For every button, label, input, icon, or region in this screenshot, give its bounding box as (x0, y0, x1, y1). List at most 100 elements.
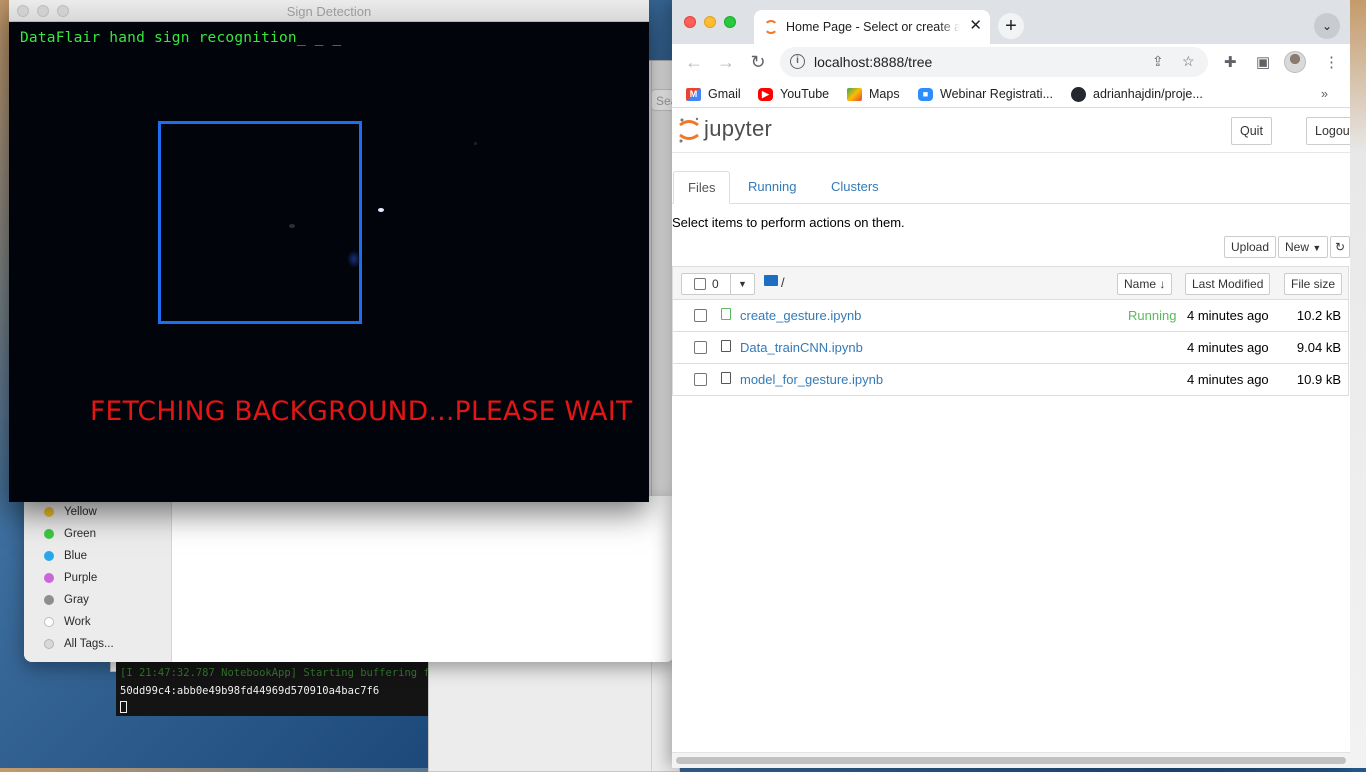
sort-last-modified-button[interactable]: Last Modified (1185, 273, 1271, 295)
bookmark-gmail[interactable]: M Gmail (686, 85, 741, 103)
horizontal-scrollbar[interactable] (672, 752, 1350, 768)
gmail-icon: M (686, 87, 701, 101)
maximize-icon[interactable] (724, 16, 736, 28)
tag-label: Work (64, 616, 91, 628)
camera-feed: DataFlair hand sign recognition_ _ _ FET… (9, 22, 649, 502)
tag-item-green[interactable]: Green (44, 526, 96, 542)
share-icon[interactable]: ⇪ (1152, 53, 1164, 70)
file-row[interactable]: create_gesture.ipynb Running 4 minutes a… (672, 300, 1349, 332)
tag-item-all-tags[interactable]: All Tags... (44, 636, 114, 652)
close-icon[interactable] (684, 16, 696, 28)
new-dropdown-button[interactable]: New ▼ (1278, 236, 1329, 258)
minimize-icon[interactable] (704, 16, 716, 28)
jupyter-page: jupyter Quit Logout Files Running Cluste… (672, 108, 1350, 768)
window-title: Sign Detection (286, 4, 372, 19)
browser-toolbar: ← → ↻ i localhost:8888/tree ⇪ ☆ ✚ ▣ ⋮ (672, 44, 1350, 80)
tag-item-work[interactable]: Work (44, 614, 91, 630)
jupyter-logo-icon[interactable] (678, 116, 700, 144)
background-window-edge (1350, 0, 1366, 768)
logout-button[interactable]: Logout (1306, 117, 1350, 145)
address-bar[interactable]: i localhost:8888/tree ⇪ ☆ (780, 47, 1208, 77)
tag-label: Yellow (64, 506, 97, 518)
terminal-cursor (120, 701, 127, 713)
more-menu-icon[interactable]: ⋮ (1324, 53, 1339, 71)
bookmark-github[interactable]: adrianhajdin/proje... (1071, 85, 1203, 103)
extensions-puzzle-icon[interactable]: ✚ (1224, 53, 1237, 71)
tag-label: All Tags... (64, 638, 114, 650)
tab-close-icon[interactable]: ✕ (969, 18, 982, 34)
row-checkbox[interactable] (694, 373, 707, 386)
jupyter-favicon-icon (764, 20, 778, 34)
finder-sidebar: Yellow Green Blue Purple Gray Work All T… (24, 496, 172, 662)
tag-item-yellow[interactable]: Yellow (44, 504, 97, 520)
terminal-line: [I 21:47:32.787 NotebookApp] Starting bu… (120, 667, 428, 679)
tag-color-dot (44, 529, 54, 539)
file-row[interactable]: model_for_gesture.ipynb 4 minutes ago 10… (672, 364, 1349, 396)
tag-label: Purple (64, 572, 98, 584)
bookmark-label: adrianhajdin/proje... (1093, 87, 1203, 101)
camera-header-text: DataFlair hand sign recognition_ _ _ (20, 30, 342, 46)
tab-files[interactable]: Files (673, 171, 731, 204)
forward-arrow-icon[interactable]: → (714, 50, 738, 74)
reload-icon[interactable]: ↻ (746, 50, 770, 74)
jupyter-logo-text[interactable]: jupyter (704, 116, 772, 142)
row-checkbox[interactable] (694, 309, 707, 322)
profile-avatar[interactable] (1284, 51, 1306, 73)
breadcrumb[interactable]: / (781, 275, 785, 290)
noise-speck (347, 250, 361, 268)
file-size: 10.2 kB (1296, 308, 1341, 323)
file-name-link[interactable]: create_gesture.ipynb (740, 308, 861, 323)
new-tab-button[interactable]: + (998, 13, 1024, 39)
bookmark-maps[interactable]: Maps (847, 85, 900, 103)
file-modified: 4 minutes ago (1187, 372, 1269, 387)
browser-tab-active[interactable]: Home Page - Select or create a notebook … (754, 10, 990, 44)
sign-detection-window: Sign Detection DataFlair hand sign recog… (9, 0, 649, 502)
tag-label: Green (64, 528, 96, 540)
select-all-checkbox[interactable] (694, 278, 706, 290)
tag-color-dot (44, 507, 54, 517)
sort-file-size-button[interactable]: File size (1284, 273, 1343, 295)
tab-search-button[interactable]: ⌄ (1314, 13, 1340, 39)
bookmark-webinar[interactable]: ■ Webinar Registrati... (918, 85, 1053, 103)
quit-button[interactable]: Quit (1231, 117, 1272, 145)
dropdown-divider (730, 274, 731, 294)
tag-item-purple[interactable]: Purple (44, 570, 97, 586)
noise-speck (378, 208, 384, 212)
folder-icon[interactable] (764, 275, 778, 286)
select-all-dropdown[interactable]: 0 ▼ (681, 273, 755, 295)
bookmarks-overflow-icon[interactable]: » (1321, 85, 1328, 103)
bookmark-youtube[interactable]: ▶ YouTube (758, 85, 829, 103)
maps-icon (847, 87, 862, 101)
tab-clusters[interactable]: Clusters (817, 171, 893, 203)
side-panel-icon[interactable]: ▣ (1256, 53, 1270, 71)
terminal-window[interactable]: [I 21:47:32.787 NotebookApp] Starting bu… (116, 662, 428, 716)
tag-label: Blue (64, 550, 88, 562)
back-arrow-icon[interactable]: ← (682, 50, 706, 74)
terminal-line: 50dd99c4:abb0e49b98fd44969d570910a4bac7f… (120, 685, 380, 697)
youtube-icon: ▶ (758, 87, 773, 101)
file-row[interactable]: Data_trainCNN.ipynb 4 minutes ago 9.04 k… (672, 332, 1349, 364)
scrollbar-thumb[interactable] (676, 757, 1346, 764)
info-icon[interactable]: i (790, 54, 805, 69)
row-checkbox[interactable] (694, 341, 707, 354)
jupyter-tabs: Files Running Clusters (672, 171, 1350, 204)
tag-color-dot (44, 595, 54, 605)
noise-speck (474, 142, 477, 145)
bookmark-star-icon[interactable]: ☆ (1182, 53, 1195, 70)
finder-window: Yellow Green Blue Purple Gray Work All T… (24, 496, 674, 662)
tag-item-gray[interactable]: Gray (44, 592, 89, 608)
zoom-icon: ■ (918, 87, 933, 101)
refresh-button[interactable]: ↻ (1330, 236, 1350, 258)
file-name-link[interactable]: model_for_gesture.ipynb (740, 372, 883, 387)
bookmark-label: Gmail (708, 87, 741, 101)
tag-item-blue[interactable]: Blue (44, 548, 87, 564)
column-label: Name (1124, 277, 1157, 291)
window-titlebar[interactable]: Sign Detection (9, 0, 649, 22)
refresh-icon: ↻ (1335, 240, 1346, 254)
caret-down-icon: ▼ (738, 279, 747, 289)
file-name-link[interactable]: Data_trainCNN.ipynb (740, 340, 863, 355)
tab-running[interactable]: Running (734, 171, 810, 203)
bookmark-label: YouTube (780, 87, 830, 101)
upload-button[interactable]: Upload (1224, 236, 1277, 258)
sort-name-button[interactable]: Name ↓ (1117, 273, 1173, 295)
